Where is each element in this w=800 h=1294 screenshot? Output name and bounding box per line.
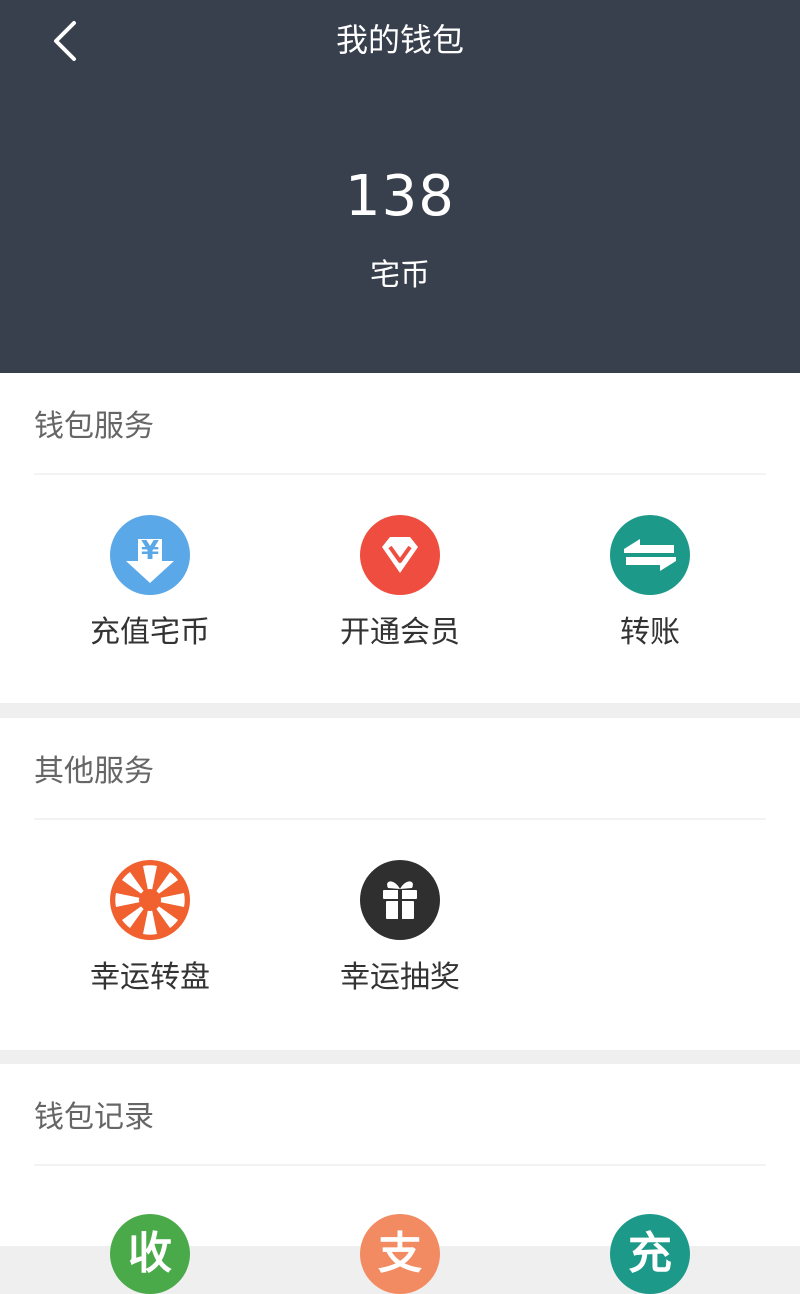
transfer-button[interactable]: 转账	[525, 515, 775, 653]
page-title: 我的钱包	[335, 21, 464, 59]
income-record-button[interactable]: 收	[25, 1214, 275, 1294]
item-label: 充值宅币	[90, 615, 210, 650]
svg-text:¥: ¥	[141, 536, 159, 566]
expense-icon: 支	[360, 1214, 440, 1294]
balance-unit: 宅币	[370, 258, 430, 293]
expense-record-button[interactable]: 支	[275, 1214, 525, 1294]
lucky-wheel-button[interactable]: 幸运转盘	[25, 860, 275, 998]
section-title: 其他服务	[34, 754, 154, 789]
item-label: 幸运抽奖	[340, 960, 460, 995]
item-label: 幸运转盘	[90, 960, 210, 995]
vip-button[interactable]: 开通会员	[275, 515, 525, 653]
gift-icon	[360, 860, 440, 940]
lucky-draw-button[interactable]: 幸运抽奖	[275, 860, 525, 998]
other-services-section: 其他服务 幸运转盘 幸运抽奖	[0, 718, 800, 1050]
diamond-icon	[360, 515, 440, 595]
recharge-record-icon: 充	[610, 1214, 690, 1294]
section-title: 钱包记录	[34, 1100, 154, 1135]
balance-amount: 138	[345, 164, 455, 229]
section-title: 钱包服务	[34, 409, 154, 444]
divider	[34, 473, 766, 475]
recharge-yen-icon: ¥	[110, 515, 190, 595]
divider	[34, 818, 766, 820]
wallet-records-section: 钱包记录 收 支 充	[0, 1064, 800, 1294]
divider	[34, 1164, 766, 1166]
wallet-header: 我的钱包 138 宅币	[0, 0, 800, 373]
income-icon: 收	[110, 1214, 190, 1294]
wallet-services-section: 钱包服务 ¥ 充值宅币 开通会员 转账	[0, 373, 800, 703]
transfer-arrows-icon	[610, 515, 690, 595]
recharge-record-button[interactable]: 充	[525, 1214, 775, 1294]
item-label: 开通会员	[340, 615, 460, 650]
wheel-icon	[110, 860, 190, 940]
item-label: 转账	[620, 615, 680, 650]
recharge-button[interactable]: ¥ 充值宅币	[25, 515, 275, 653]
